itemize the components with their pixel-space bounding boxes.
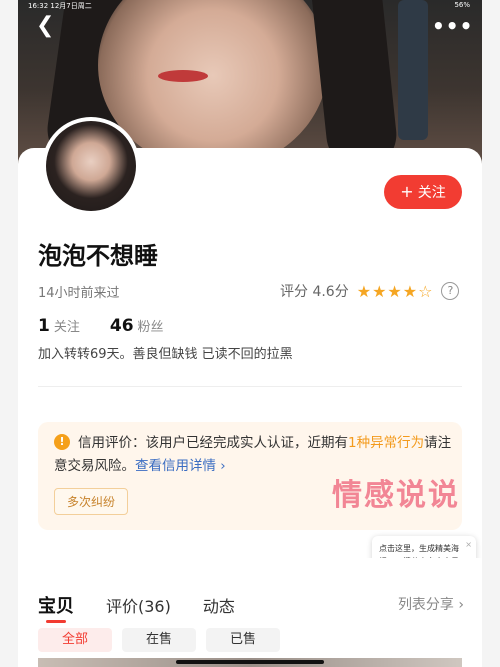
following-stat[interactable]: 1 关注 bbox=[38, 316, 80, 336]
followers-stat[interactable]: 46 粉丝 bbox=[110, 316, 164, 336]
dispute-tag: 多次纠纷 bbox=[54, 488, 129, 515]
followers-count: 46 bbox=[109, 316, 134, 336]
credit-prefix: 信用评价： bbox=[78, 435, 146, 451]
back-icon[interactable]: ❮ bbox=[36, 14, 60, 38]
avatar[interactable] bbox=[42, 117, 140, 215]
tab-items[interactable]: 宝贝 bbox=[38, 592, 74, 623]
tab-activity[interactable]: 动态 bbox=[203, 593, 235, 617]
chevron-right-icon[interactable]: › bbox=[216, 458, 225, 474]
following-count: 1 bbox=[38, 316, 50, 336]
content-section: 宝贝 评价(36) 动态 列表分享 › 全部 在售 已售 bbox=[18, 558, 482, 667]
status-bar: 16:32 12月7日周二 56% bbox=[0, 0, 500, 12]
help-icon[interactable]: ? bbox=[441, 282, 460, 300]
rating-stars-icon: ★★★★☆ bbox=[356, 281, 434, 301]
credit-highlight: 1种异常行为 bbox=[348, 435, 425, 451]
cover-lips bbox=[158, 70, 208, 82]
filter-on-sale[interactable]: 在售 bbox=[122, 628, 196, 652]
divider bbox=[38, 386, 462, 387]
more-options-icon[interactable]: ••• bbox=[432, 14, 472, 38]
close-icon[interactable]: × bbox=[465, 538, 472, 551]
last-seen-text: 14小时前来过 bbox=[38, 286, 120, 301]
rating-summary[interactable]: 评分 4.6分 ★★★★☆ ? bbox=[280, 281, 460, 301]
follow-button-label: 关注 bbox=[417, 185, 446, 201]
follow-button[interactable]: + 关注 bbox=[384, 175, 462, 209]
home-indicator bbox=[176, 660, 324, 664]
watermark: 情感说说 bbox=[332, 478, 460, 513]
credit-details-link[interactable]: 查看信用详情 bbox=[135, 458, 216, 474]
plus-icon: + bbox=[400, 182, 414, 201]
followers-label: 粉丝 bbox=[137, 320, 164, 335]
list-share-label: 列表分享 bbox=[397, 597, 454, 613]
credit-text-1: 该用户已经完成实人认证，近期有 bbox=[145, 435, 349, 451]
username: 泡泡不想睡 bbox=[38, 242, 158, 270]
chevron-right-icon: › bbox=[458, 597, 464, 613]
tab-reviews[interactable]: 评价(36) bbox=[106, 593, 171, 617]
status-battery: 56% bbox=[454, 1, 470, 9]
content-tabs: 宝贝 评价(36) 动态 bbox=[38, 592, 235, 623]
filter-chips: 全部 在售 已售 bbox=[38, 628, 280, 652]
list-share-button[interactable]: 列表分享 › bbox=[398, 594, 464, 614]
status-time: 16:32 12月7日周二 bbox=[28, 2, 92, 10]
avatar-image bbox=[46, 121, 136, 211]
social-stats: 1 关注 46 粉丝 bbox=[38, 316, 164, 336]
following-label: 关注 bbox=[53, 320, 80, 335]
profile-bio: 加入转转69天。善良但缺钱 已读不回的拉黑 bbox=[38, 347, 293, 362]
cover-background-figure bbox=[398, 0, 428, 140]
rating-label: 评分 4.6分 bbox=[280, 284, 349, 300]
filter-all[interactable]: 全部 bbox=[38, 628, 112, 652]
filter-sold[interactable]: 已售 bbox=[206, 628, 280, 652]
